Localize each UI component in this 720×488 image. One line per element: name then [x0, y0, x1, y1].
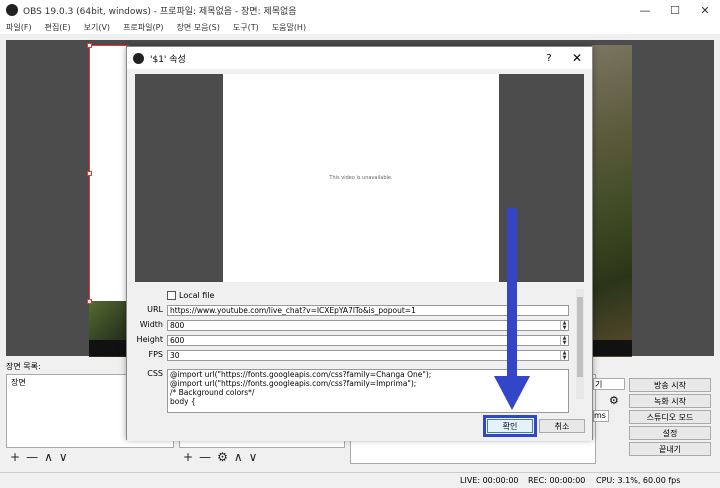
- fps-value: 30: [170, 351, 180, 360]
- menu-tools[interactable]: 도구(T): [233, 22, 259, 33]
- window-title: OBS 19.0.3 (64bit, windows) - 프로파일: 제목없음…: [23, 6, 297, 17]
- dialog-close-button[interactable]: ✕: [562, 51, 592, 65]
- height-label: Height: [136, 335, 163, 344]
- menu-profile[interactable]: 프로파일(P): [123, 22, 164, 33]
- settings-button[interactable]: 설정: [629, 426, 711, 440]
- status-bar: LIVE: 00:00:00 REC: 00:00:00 CPU: 3.1%, …: [0, 472, 720, 488]
- menu-file[interactable]: 파일(F): [6, 22, 32, 33]
- add-scene-button[interactable]: +: [10, 450, 20, 464]
- height-value: 600: [170, 336, 185, 345]
- resize-handle[interactable]: [87, 171, 92, 176]
- url-label: URL: [147, 305, 163, 314]
- live-status: LIVE: 00:00:00: [460, 476, 519, 485]
- remove-scene-button[interactable]: —: [26, 450, 38, 464]
- menu-scene-collection[interactable]: 장면 모음(S): [177, 22, 220, 33]
- cpu-status: CPU: 3.1%, 60.00 fps: [596, 476, 681, 485]
- close-button[interactable]: ✕: [690, 4, 720, 17]
- local-file-label: Local file: [179, 291, 215, 300]
- transition-dropdown[interactable]: 기: [593, 378, 625, 390]
- maximize-button[interactable]: ☐: [660, 4, 690, 17]
- menu-help[interactable]: 도움말(H): [272, 22, 306, 33]
- taskbar-strip-left: [89, 340, 129, 356]
- dialog-title: '$1' 속성: [150, 54, 186, 65]
- studio-mode-button[interactable]: 스튜디오 모드: [629, 410, 711, 424]
- arrow-head-icon: [494, 376, 530, 410]
- taskbar-strip-right: [592, 340, 632, 356]
- scenes-dock-label: 장면 목록:: [6, 362, 41, 371]
- background-image-right: [592, 45, 632, 357]
- video-unavailable-message: This video is unavailable.: [329, 175, 393, 181]
- move-scene-down-button[interactable]: ∨: [59, 450, 68, 464]
- obs-logo-icon: [6, 4, 18, 16]
- scrollbar-thumb[interactable]: [577, 297, 583, 377]
- video-frame: This video is unavailable.: [223, 74, 499, 282]
- gear-icon[interactable]: ⚙: [609, 394, 619, 407]
- dialog-titlebar: '$1' 속성 ? ✕: [127, 47, 592, 69]
- cancel-button[interactable]: 취소: [539, 419, 585, 433]
- add-source-button[interactable]: +: [183, 450, 193, 464]
- menu-edit[interactable]: 편집(E): [45, 22, 71, 33]
- start-streaming-button[interactable]: 방송 시작: [629, 378, 711, 392]
- move-scene-up-button[interactable]: ∧: [44, 450, 53, 464]
- resize-handle[interactable]: [87, 299, 92, 304]
- spin-arrows-icon[interactable]: ▲ ▼: [560, 336, 568, 345]
- scene-toolbar: + — ∧ ∨: [10, 450, 68, 464]
- ok-button-highlight: [483, 415, 537, 437]
- width-value: 800: [170, 321, 185, 330]
- obs-logo-icon: [133, 52, 144, 64]
- menu-view[interactable]: 보기(V): [84, 22, 110, 33]
- local-file-checkbox[interactable]: [167, 291, 176, 300]
- rec-status: REC: 00:00:00: [528, 476, 586, 485]
- source-properties-button[interactable]: ⚙: [217, 450, 228, 464]
- move-source-up-button[interactable]: ∧: [234, 450, 243, 464]
- source-toolbar: + — ⚙ ∧ ∨: [183, 450, 257, 464]
- resize-handle[interactable]: [87, 43, 92, 48]
- browser-source-preview[interactable]: [89, 45, 129, 301]
- move-source-down-button[interactable]: ∨: [249, 450, 258, 464]
- arrow-down-icon: [507, 208, 517, 378]
- exit-button[interactable]: 끝내기: [629, 442, 711, 456]
- fps-label: FPS: [148, 350, 163, 359]
- start-recording-button[interactable]: 녹화 시작: [629, 394, 711, 408]
- minimize-button[interactable]: —: [630, 4, 660, 17]
- spin-arrows-icon[interactable]: ▲ ▼: [560, 321, 568, 330]
- main-titlebar: OBS 19.0.3 (64bit, windows) - 프로파일: 제목없음…: [0, 0, 720, 20]
- css-label: CSS: [147, 369, 163, 378]
- properties-scrollbar[interactable]: [576, 289, 584, 399]
- spin-arrows-icon[interactable]: ▲ ▼: [560, 351, 568, 360]
- remove-source-button[interactable]: —: [199, 450, 211, 464]
- help-button[interactable]: ?: [536, 53, 562, 64]
- duration-field[interactable]: ms: [593, 410, 609, 422]
- width-label: Width: [139, 320, 163, 329]
- menu-bar: 파일(F) 편집(E) 보기(V) 프로파일(P) 장면 모음(S) 도구(T)…: [0, 20, 720, 34]
